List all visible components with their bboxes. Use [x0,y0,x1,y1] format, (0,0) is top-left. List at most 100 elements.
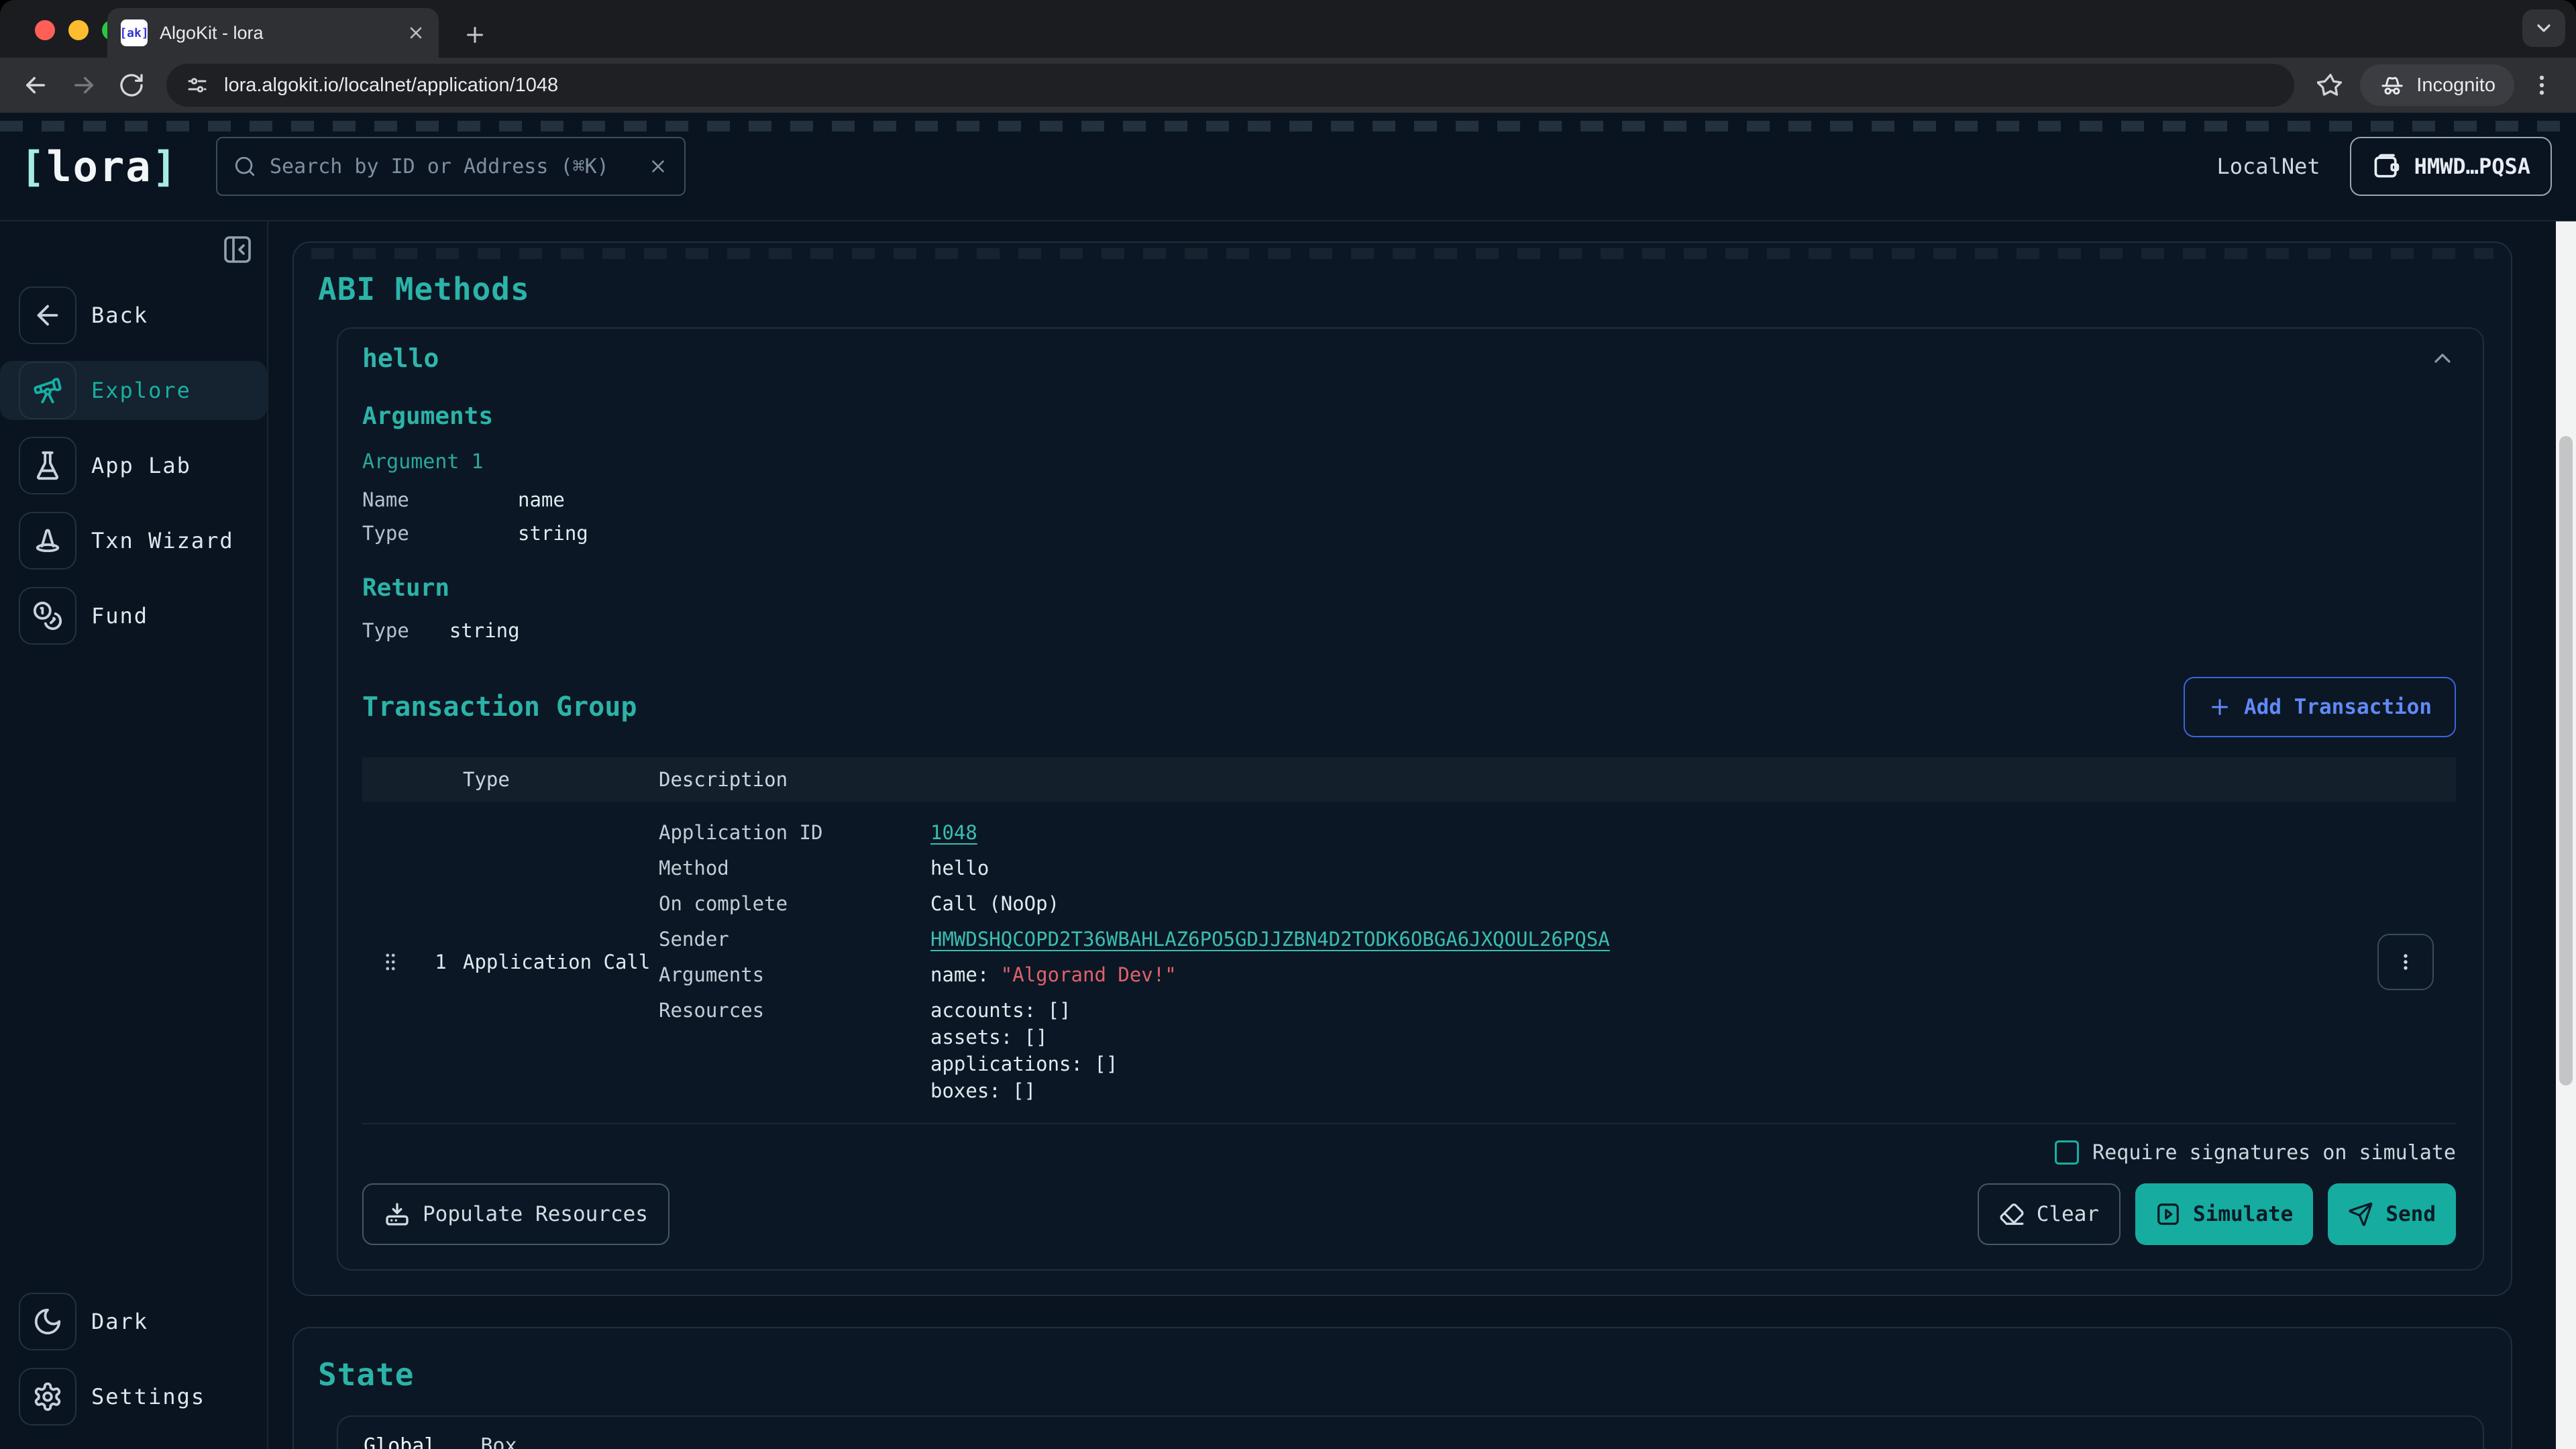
send-button[interactable]: Send [2328,1183,2456,1245]
simulate-button[interactable]: Simulate [2135,1183,2313,1245]
abi-methods-title: ABI Methods [318,271,2484,307]
arrow-left-icon [19,286,76,344]
incognito-label: Incognito [2416,74,2496,97]
tab-search-button[interactable] [2522,9,2565,47]
argument-name-key: Name [362,488,518,511]
sidebar-item-label: Fund [91,603,148,629]
argument-type-row: Type string [362,522,2456,545]
clear-label: Clear [2037,1202,2099,1226]
bookmark-star-icon[interactable] [2310,72,2351,99]
argument-name-value: name [518,488,2456,511]
browser-toolbar: lora.algokit.io/localnet/application/104… [0,58,2576,113]
state-title: State [318,1356,2484,1393]
square-play-icon [2155,1201,2181,1227]
search-clear-icon[interactable] [648,156,668,176]
lora-logo[interactable]: [lora] [20,142,178,191]
hard-drive-download-icon [384,1201,411,1228]
field-label: Resources [659,997,930,1104]
tab-close-icon[interactable] [407,23,425,42]
sidebar-item-app-lab[interactable]: App Lab [0,436,267,495]
populate-resources-button[interactable]: Populate Resources [362,1183,669,1245]
field-application-id: Application ID 1048 [659,819,2355,846]
app-body: Back Explore App Lab [0,221,2576,1449]
tab-box[interactable]: Box [475,1434,522,1449]
field-sender: Sender HMWDSHQCOPD2T36WBAHLAZ6PO5GDJJZBN… [659,926,2355,953]
logo-bracket-close: ] [152,142,178,191]
action-buttons-row: Populate Resources Clear [362,1183,2456,1245]
wallet-button[interactable]: HMWD…PQSA [2350,137,2552,196]
chevron-up-icon[interactable] [2429,345,2456,372]
field-arguments: Arguments name: "Algorand Dev!" [659,961,2355,988]
sidebar-item-txn-wizard[interactable]: Txn Wizard [0,511,267,570]
wallet-icon [2371,152,2401,181]
argument-type-key: Type [362,522,518,545]
argument-value: "Algorand Dev!" [1001,963,1177,986]
sidebar-item-label: Back [91,303,148,328]
reload-icon[interactable] [113,72,150,99]
url-text: lora.algokit.io/localnet/application/104… [224,74,558,97]
column-header-type: Type [463,768,659,791]
add-transaction-label: Add Transaction [2244,695,2432,719]
sidebar-item-fund[interactable]: Fund [0,586,267,645]
url-bar[interactable]: lora.algokit.io/localnet/application/104… [166,64,2294,107]
sidebar-item-settings[interactable]: Settings [0,1367,267,1426]
state-tabs: Global Box [358,1434,2483,1449]
field-label: Sender [659,926,930,953]
return-heading: Return [362,574,2456,602]
drag-handle-icon[interactable] [362,951,419,973]
site-settings-icon[interactable] [185,73,209,97]
clear-button[interactable]: Clear [1978,1183,2121,1245]
field-method: Method hello [659,855,2355,881]
field-resources: Resources accounts: [] assets: [] applic… [659,997,2355,1104]
network-selector[interactable]: LocalNet [2216,154,2320,179]
forward-nav-icon[interactable] [64,71,103,99]
search-input[interactable] [270,155,635,178]
abi-methods-card: ABI Methods hello Arguments Argument 1 N… [292,241,2512,1296]
return-type-value: string [449,619,520,642]
add-transaction-button[interactable]: Add Transaction [2184,677,2456,737]
field-label: Arguments [659,961,930,988]
tab-global[interactable]: Global [358,1434,441,1449]
state-card: State Global Box [292,1327,2512,1449]
close-window-button[interactable] [35,20,55,40]
sidebar-item-theme-dark[interactable]: Dark [0,1292,267,1351]
logo-word: lora [46,142,152,191]
require-signatures-label: Require signatures on simulate [2092,1141,2456,1165]
coins-icon [19,587,76,645]
sidebar-collapse-icon[interactable] [221,233,254,266]
method-name: hello [362,343,439,373]
page-scrollbar[interactable] [2556,221,2576,1449]
argument-type-value: string [518,522,2456,545]
new-tab-button[interactable] [463,23,487,47]
require-signatures-checkbox[interactable] [2055,1140,2079,1165]
sidebar-item-back[interactable]: Back [0,286,267,345]
row-menu-button[interactable] [2377,934,2434,990]
resource-applications: applications: [] [930,1051,2355,1077]
browser-tab[interactable]: [ak] AlgoKit - lora [107,8,439,58]
argument-key: name: [930,963,989,986]
application-id-link[interactable]: 1048 [930,821,977,844]
card-dash-decoration [311,248,2493,259]
lora-app: [lora] LocalNet HMWD…PQSA [0,113,2576,1449]
eraser-icon [1999,1201,2025,1227]
return-type-row: Type string [362,619,2456,642]
search-icon [233,155,256,178]
field-label: Application ID [659,819,930,846]
simulate-label: Simulate [2193,1202,2293,1226]
global-search[interactable] [216,137,686,196]
wizard-hat-icon [19,512,76,570]
scrollbar-thumb[interactable] [2559,436,2573,1085]
sidebar-item-label: Explore [91,378,191,403]
back-nav-icon[interactable] [16,71,55,99]
sidebar-item-label: App Lab [91,453,191,478]
column-header-description: Description [659,768,2355,791]
tab-strip: [ak] AlgoKit - lora [0,0,2576,58]
sidebar-item-label: Dark [91,1309,148,1334]
sender-address-link[interactable]: HMWDSHQCOPD2T36WBAHLAZ6PO5GDJJZBN4D2TODK… [930,928,1610,951]
table-row[interactable]: 1 Application Call Application ID 1048 M… [362,802,2456,1123]
sidebar-item-explore[interactable]: Explore [0,361,267,420]
tab-title: AlgoKit - lora [160,23,394,44]
send-label: Send [2385,1202,2436,1226]
minimize-window-button[interactable] [68,20,89,40]
browser-menu-icon[interactable] [2524,72,2560,98]
